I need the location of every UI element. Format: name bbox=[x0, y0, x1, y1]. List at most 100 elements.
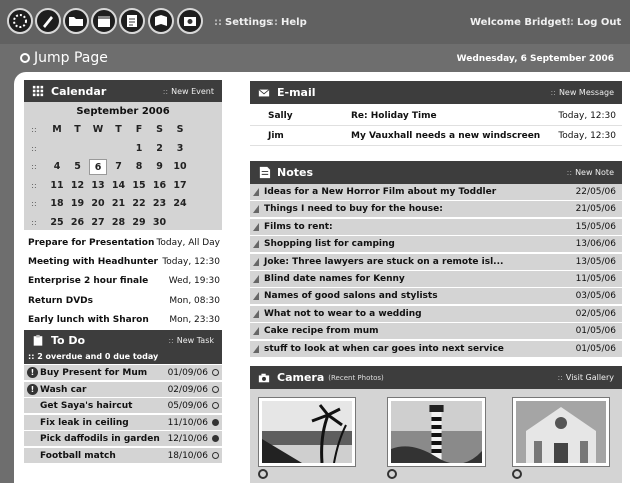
status-filled-icon[interactable] bbox=[212, 435, 219, 442]
event-item[interactable]: Early lunch with Sharon Mon, 23:30 bbox=[24, 311, 222, 330]
home-icon[interactable] bbox=[7, 8, 33, 34]
calendar-day[interactable]: 22 bbox=[130, 196, 148, 212]
help-link[interactable]: :: Help bbox=[270, 17, 307, 28]
todo-item[interactable]: Pick daffodils in garden 12/10/06 bbox=[24, 431, 222, 447]
calendar-day[interactable]: 28 bbox=[110, 215, 128, 231]
note-item[interactable]: Shopping list for camping 13/06/06 bbox=[250, 236, 622, 254]
status-empty-icon[interactable] bbox=[212, 385, 219, 393]
cathedral-photo[interactable] bbox=[512, 397, 610, 467]
new-event-button[interactable]: :: New Event bbox=[163, 87, 214, 96]
calendar-icon[interactable] bbox=[91, 8, 117, 34]
week-marker[interactable]: :: bbox=[28, 159, 40, 175]
calendar-day[interactable]: 15 bbox=[130, 178, 148, 194]
calendar-day[interactable]: 19 bbox=[69, 196, 87, 212]
event-item[interactable]: Prepare for Presentation Today, All Day bbox=[24, 234, 222, 253]
week-marker[interactable]: :: bbox=[28, 141, 40, 157]
calendar-day-today[interactable]: 6 bbox=[89, 159, 107, 175]
zoom-icon[interactable] bbox=[512, 469, 522, 479]
calendar-day[interactable]: 12 bbox=[69, 178, 87, 194]
note-item[interactable]: Joke: Three lawyers are stuck on a remot… bbox=[250, 253, 622, 271]
event-item[interactable]: Meeting with Headhunter Today, 12:30 bbox=[24, 253, 222, 272]
settings-link[interactable]: :: Settings bbox=[214, 17, 272, 28]
status-empty-icon[interactable] bbox=[212, 451, 219, 459]
calendar-day[interactable]: 25 bbox=[48, 215, 66, 231]
note-item[interactable]: Ideas for a New Horror Film about my Tod… bbox=[250, 184, 622, 201]
note-item[interactable]: Blind date names for Kenny 11/05/06 bbox=[250, 271, 622, 288]
note-item[interactable]: Cake recipe from mum 01/05/06 bbox=[250, 323, 622, 341]
calendar-day[interactable]: 26 bbox=[69, 215, 87, 231]
weekday-label: W bbox=[92, 124, 104, 135]
note-date: 01/05/06 bbox=[575, 343, 616, 354]
photo-icon[interactable] bbox=[177, 8, 203, 34]
week-marker[interactable]: :: bbox=[28, 178, 40, 194]
status-empty-icon[interactable] bbox=[212, 369, 219, 376]
zoom-icon[interactable] bbox=[258, 469, 268, 479]
note-corner-icon bbox=[253, 188, 259, 196]
calendar-day[interactable]: 18 bbox=[48, 196, 66, 212]
pen-icon[interactable] bbox=[35, 8, 61, 34]
visit-gallery-button[interactable]: :: Visit Gallery bbox=[558, 373, 614, 382]
calendar-day[interactable]: 13 bbox=[89, 178, 107, 194]
event-item[interactable]: Enterprise 2 hour finale Wed, 19:30 bbox=[24, 272, 222, 291]
note-icon bbox=[257, 166, 271, 180]
todo-item[interactable]: ! Buy Present for Mum 01/09/06 bbox=[24, 365, 222, 381]
notes-icon[interactable] bbox=[119, 8, 145, 34]
logout-link[interactable]: :: Log Out bbox=[566, 17, 621, 28]
calendar-day[interactable]: 17 bbox=[171, 178, 189, 194]
folder-icon[interactable] bbox=[63, 8, 89, 34]
todo-item[interactable]: Football match 18/10/06 bbox=[24, 447, 222, 464]
note-item[interactable]: Names of good salons and stylists 03/05/0… bbox=[250, 288, 622, 306]
calendar-day[interactable]: 11 bbox=[48, 178, 66, 194]
note-item[interactable]: stuff to look at when car goes into next… bbox=[250, 340, 622, 358]
todo-item[interactable]: Get Saya's haircut 05/09/06 bbox=[24, 398, 222, 414]
note-item[interactable]: Things I need to buy for the house: 21/05… bbox=[250, 201, 622, 219]
lighthouse-photo[interactable] bbox=[387, 397, 486, 467]
calendar-day[interactable]: 10 bbox=[171, 159, 189, 175]
calendar-day[interactable]: 30 bbox=[151, 215, 169, 231]
calendar-day[interactable]: 3 bbox=[171, 141, 189, 157]
email-item[interactable]: Jim My Vauxhall needs a new windscreen Tod… bbox=[250, 126, 622, 146]
calendar-day[interactable]: 29 bbox=[130, 215, 148, 231]
zoom-icon[interactable] bbox=[387, 469, 397, 479]
calendar-day[interactable]: 24 bbox=[171, 196, 189, 212]
calendar-day[interactable]: 7 bbox=[110, 159, 128, 175]
week-marker[interactable]: :: bbox=[28, 215, 40, 231]
email-time: Today, 12:30 bbox=[558, 131, 616, 141]
todo-item[interactable]: ! Wash car 02/09/06 bbox=[24, 381, 222, 398]
calendar-day[interactable]: 2 bbox=[151, 141, 169, 157]
todo-item[interactable]: Fix leak in ceiling 11/10/06 bbox=[24, 414, 222, 431]
new-note-button[interactable]: :: New Note bbox=[567, 168, 614, 177]
status-empty-icon[interactable] bbox=[212, 402, 219, 409]
calendar-day[interactable]: 20 bbox=[89, 196, 107, 212]
calendar-day[interactable]: 14 bbox=[110, 178, 128, 194]
book-icon[interactable] bbox=[148, 8, 174, 34]
weekday-label: T bbox=[74, 124, 81, 135]
calendar-day[interactable]: 16 bbox=[151, 178, 169, 194]
logout-label: Log Out bbox=[577, 17, 622, 28]
note-title: Things I need to buy for the house: bbox=[264, 204, 443, 215]
calendar-day[interactable]: 27 bbox=[89, 215, 107, 231]
new-message-button[interactable]: :: New Message bbox=[551, 88, 614, 97]
todo-name: Buy Present for Mum bbox=[40, 368, 148, 378]
new-task-button[interactable]: :: New Task bbox=[168, 336, 214, 345]
calendar-day[interactable]: 21 bbox=[110, 196, 128, 212]
week-marker[interactable]: :: bbox=[28, 196, 40, 212]
note-corner-icon bbox=[253, 257, 259, 266]
palm-beach-photo[interactable] bbox=[258, 397, 356, 467]
calendar-day[interactable]: 9 bbox=[151, 159, 169, 175]
calendar-day[interactable]: 5 bbox=[69, 159, 87, 175]
calendar-title: Calendar bbox=[51, 84, 107, 98]
calendar-month: September 2006 bbox=[76, 106, 170, 117]
note-title: Joke: Three lawyers are stuck on a remot… bbox=[264, 256, 504, 267]
calendar-day[interactable]: 1 bbox=[130, 141, 148, 157]
calendar-day[interactable]: 4 bbox=[48, 159, 66, 175]
note-item[interactable]: Films to rent: 15/05/06 bbox=[250, 218, 622, 236]
status-filled-icon[interactable] bbox=[212, 418, 219, 426]
calendar-body: September 2006 M T W T F S S:: 1 2 3:: 4 5 6 7 8 9 10:: 1… bbox=[24, 102, 222, 230]
calendar-day[interactable]: 23 bbox=[151, 196, 169, 212]
calendar-day[interactable]: 8 bbox=[130, 159, 148, 175]
email-item[interactable]: Sally Re: Holiday Time Today, 12:30 bbox=[250, 106, 622, 126]
todo-summary-text: 2 overdue and 0 due today bbox=[37, 352, 159, 361]
note-item[interactable]: What not to wear to a wedding 02/05/06 bbox=[250, 305, 622, 323]
event-item[interactable]: Return DVDs Mon, 08:30 bbox=[24, 292, 222, 311]
